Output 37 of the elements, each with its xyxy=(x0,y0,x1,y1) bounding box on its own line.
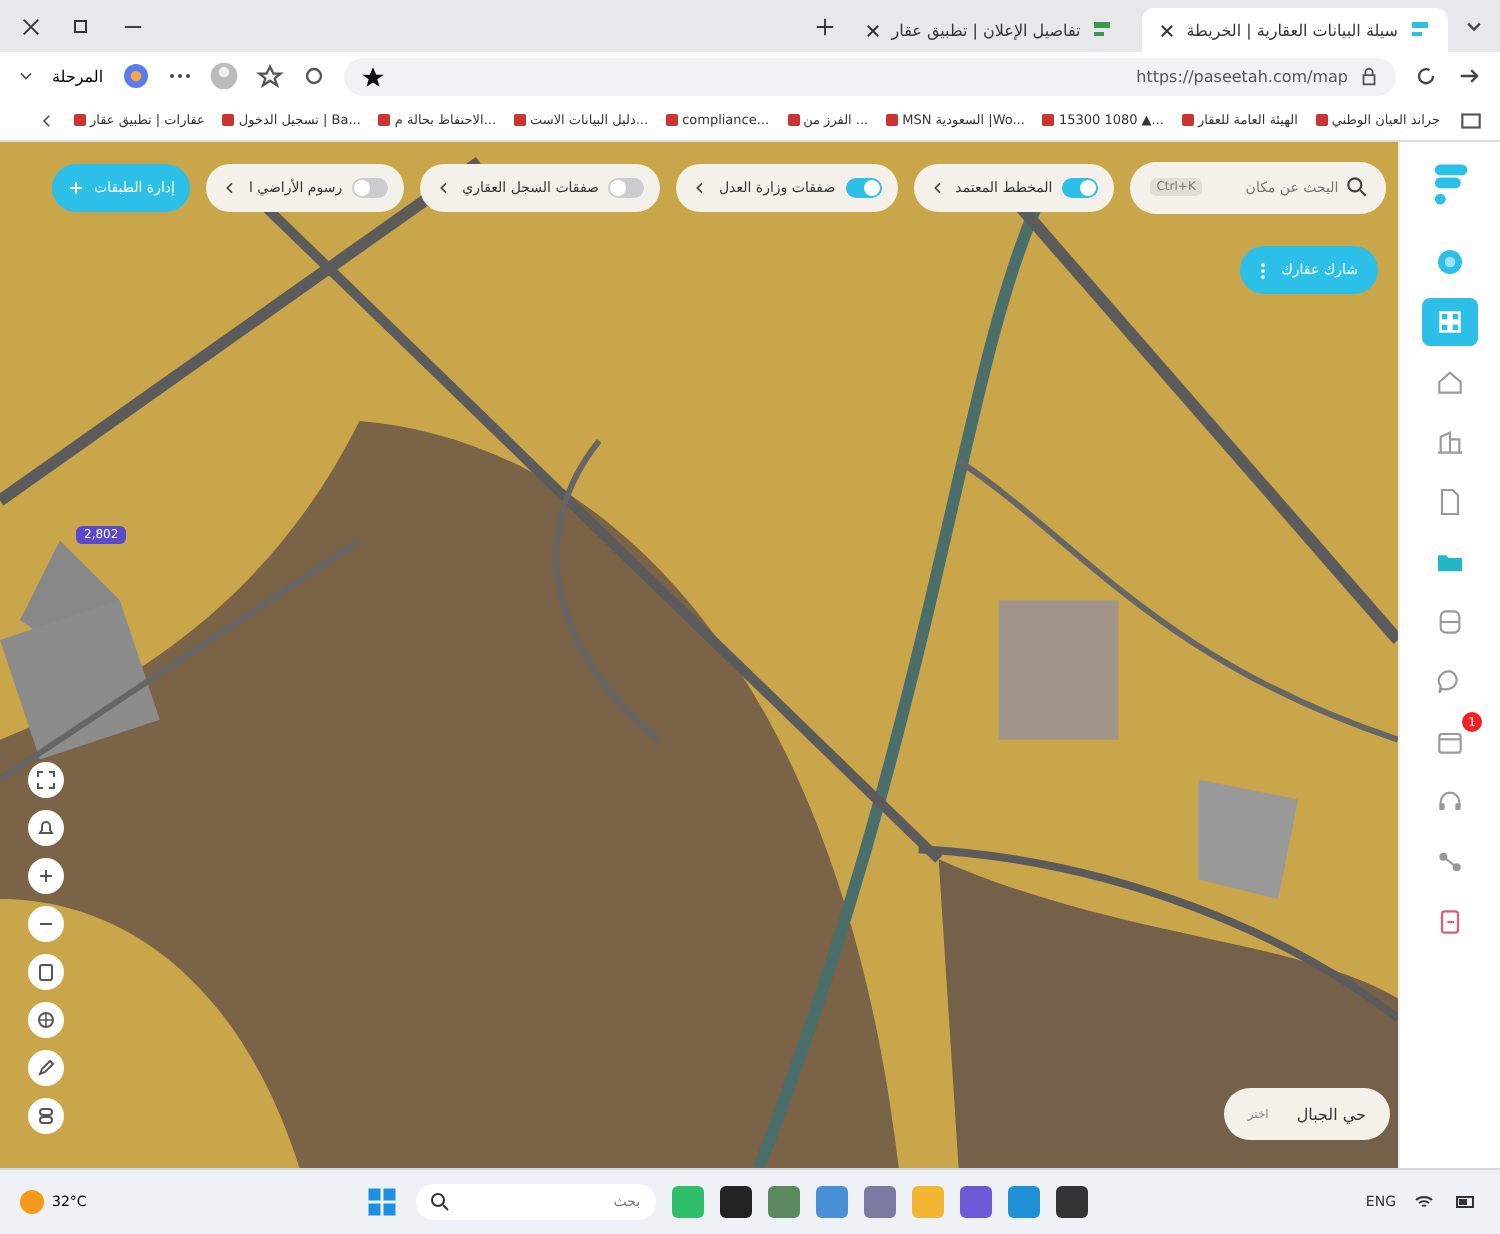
plus-icon xyxy=(68,180,84,196)
profile-label[interactable]: المرحلة xyxy=(52,67,104,85)
favorites-icon[interactable] xyxy=(255,62,284,90)
toggle-switch[interactable] xyxy=(845,178,882,198)
taskbar-app-icon[interactable] xyxy=(1056,1186,1089,1218)
reload-icon[interactable] xyxy=(1412,62,1440,90)
home-icon xyxy=(1434,366,1466,398)
chevron-icon[interactable] xyxy=(929,180,946,196)
new-tab-icon[interactable] xyxy=(813,15,836,37)
browser-tab[interactable]: سيلة البيانات العقارية | الخريطة xyxy=(1142,8,1448,52)
close-tab-icon[interactable] xyxy=(863,21,882,39)
tab-title: سيلة البيانات العقارية | الخريطة xyxy=(1186,21,1398,39)
star-icon[interactable] xyxy=(359,63,386,89)
search-icon xyxy=(428,1190,453,1214)
browser-tab[interactable]: تفاصيل الإعلان | تطبيق عقار xyxy=(847,8,1131,52)
site-icon xyxy=(1090,18,1115,42)
more-icon[interactable] xyxy=(167,72,192,80)
site-icon xyxy=(1408,18,1432,42)
windows-start-icon[interactable] xyxy=(364,1184,401,1220)
grid-icon xyxy=(1434,306,1466,338)
toggle-switch[interactable] xyxy=(608,178,645,198)
building-icon xyxy=(1434,426,1466,458)
tab-title: تفاصيل الإعلان | تطبيق عقار xyxy=(891,21,1081,39)
address-bar[interactable]: https://paseetah.com/map xyxy=(343,57,1396,95)
taskbar-app-icon[interactable] xyxy=(720,1186,753,1218)
url-text: https://paseetah.com/map xyxy=(1136,67,1348,85)
close-window-icon[interactable] xyxy=(20,15,42,37)
search-icon xyxy=(1344,174,1371,200)
printer-icon xyxy=(1434,606,1466,638)
more-icon xyxy=(1259,261,1266,279)
district-name: حي الجبال xyxy=(1296,1105,1366,1123)
toggle-switch[interactable] xyxy=(352,178,389,198)
avatar-icon xyxy=(1434,246,1466,278)
lock-icon xyxy=(1358,65,1380,87)
bookmark-folder-icon[interactable] xyxy=(1458,107,1484,133)
close-tab-icon[interactable] xyxy=(1158,21,1177,39)
toggle-switch[interactable] xyxy=(1062,178,1099,198)
